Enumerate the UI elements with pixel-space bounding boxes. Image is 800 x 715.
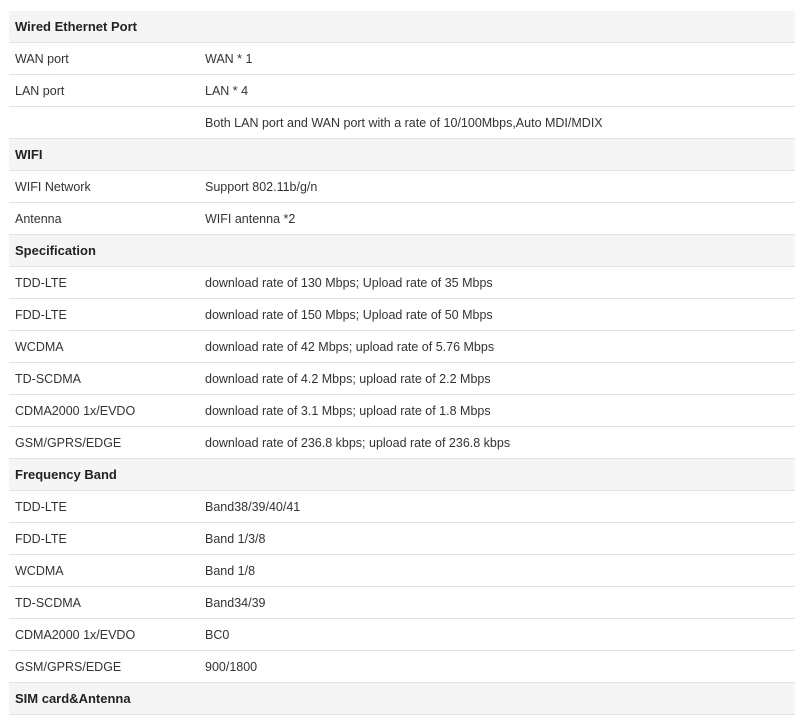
spec-value: Band 1/3/8 [199, 522, 796, 555]
spec-label: GSM/GPRS/EDGE [9, 426, 199, 459]
spec-label: CDMA2000 1x/EVDO [9, 618, 199, 651]
spec-label: GSM/GPRS/EDGE [9, 650, 199, 683]
spec-value: WIFI antenna *2 [199, 202, 796, 235]
spec-row: TD-SCDMA download rate of 4.2 Mbps; uploa… [9, 362, 796, 395]
spec-label: TD-SCDMA [9, 586, 199, 619]
spec-label: TDD-LTE [9, 490, 199, 523]
spec-row: WIFI Network Support 802.11b/g/n [9, 170, 796, 203]
section-header-row: Frequency Band [9, 458, 796, 491]
spec-row: TDD-LTE Band38/39/40/41 [9, 490, 796, 523]
spec-label: Antenna [9, 202, 199, 235]
spec-label: CDMA2000 1x/EVDO [9, 394, 199, 427]
spec-label: WIFI Network [9, 170, 199, 203]
spec-row: FDD-LTE download rate of 150 Mbps; Upload… [9, 298, 796, 331]
spec-row: CDMA2000 1x/EVDO download rate of 3.1 Mbp… [9, 394, 796, 427]
spec-value: Support 802.11b/g/n [199, 170, 796, 203]
spec-row: WAN port WAN * 1 [9, 42, 796, 75]
section-title: Specification [9, 234, 796, 267]
spec-value: WAN * 1 [199, 42, 796, 75]
spec-row: TDD-LTE download rate of 130 Mbps; Upload… [9, 266, 796, 299]
spec-row: LAN port LAN * 4 [9, 74, 796, 107]
spec-row: WCDMA Band 1/8 [9, 554, 796, 587]
spec-label [9, 106, 199, 139]
section-title: Wired Ethernet Port [9, 11, 796, 43]
spec-value: download rate of 42 Mbps; upload rate of… [199, 330, 796, 363]
spec-value: download rate of 236.8 kbps; upload rate… [199, 426, 796, 459]
spec-label: FDD-LTE [9, 522, 199, 555]
spec-label: LAN port [9, 74, 199, 107]
spec-label: WCDMA [9, 554, 199, 587]
spec-row: Both LAN port and WAN port with a rate o… [9, 106, 796, 139]
spec-value: download rate of 150 Mbps; Upload rate o… [199, 298, 796, 331]
spec-value: Band38/39/40/41 [199, 490, 796, 523]
spec-value: download rate of 130 Mbps; Upload rate o… [199, 266, 796, 299]
section-header-row: Wired Ethernet Port [9, 11, 796, 43]
spec-row: TD-SCDMA Band34/39 [9, 586, 796, 619]
spec-label: WCDMA [9, 330, 199, 363]
spec-row: WCDMA download rate of 42 Mbps; upload ra… [9, 330, 796, 363]
spec-value: 900/1800 [199, 650, 796, 683]
spec-value: Both LAN port and WAN port with a rate o… [199, 106, 796, 139]
spec-label: FDD-LTE [9, 298, 199, 331]
spec-row: Antenna WIFI antenna *2 [9, 202, 796, 235]
spec-row: CDMA2000 1x/EVDO BC0 [9, 618, 796, 651]
section-title: WIFI [9, 138, 796, 171]
section-header-row: Specification [9, 234, 796, 267]
spec-table-body: Wired Ethernet Port WAN port WAN * 1 LAN po… [9, 11, 796, 715]
spec-value: Band34/39 [199, 586, 796, 619]
spec-table: Wired Ethernet Port WAN port WAN * 1 LAN po… [9, 11, 796, 715]
spec-row: GSM/GPRS/EDGE download rate of 236.8 kbps… [9, 426, 796, 459]
spec-value: Band 1/8 [199, 554, 796, 587]
spec-label: WAN port [9, 42, 199, 75]
section-header-row: SIM card&Antenna [9, 682, 796, 715]
spec-value: BC0 [199, 618, 796, 651]
section-header-row: WIFI [9, 138, 796, 171]
spec-value: LAN * 4 [199, 74, 796, 107]
spec-value: download rate of 3.1 Mbps; upload rate o… [199, 394, 796, 427]
spec-row: FDD-LTE Band 1/3/8 [9, 522, 796, 555]
spec-label: TD-SCDMA [9, 362, 199, 395]
section-title: SIM card&Antenna [9, 682, 796, 715]
section-title: Frequency Band [9, 458, 796, 491]
spec-value: download rate of 4.2 Mbps; upload rate o… [199, 362, 796, 395]
spec-row: GSM/GPRS/EDGE 900/1800 [9, 650, 796, 683]
spec-label: TDD-LTE [9, 266, 199, 299]
